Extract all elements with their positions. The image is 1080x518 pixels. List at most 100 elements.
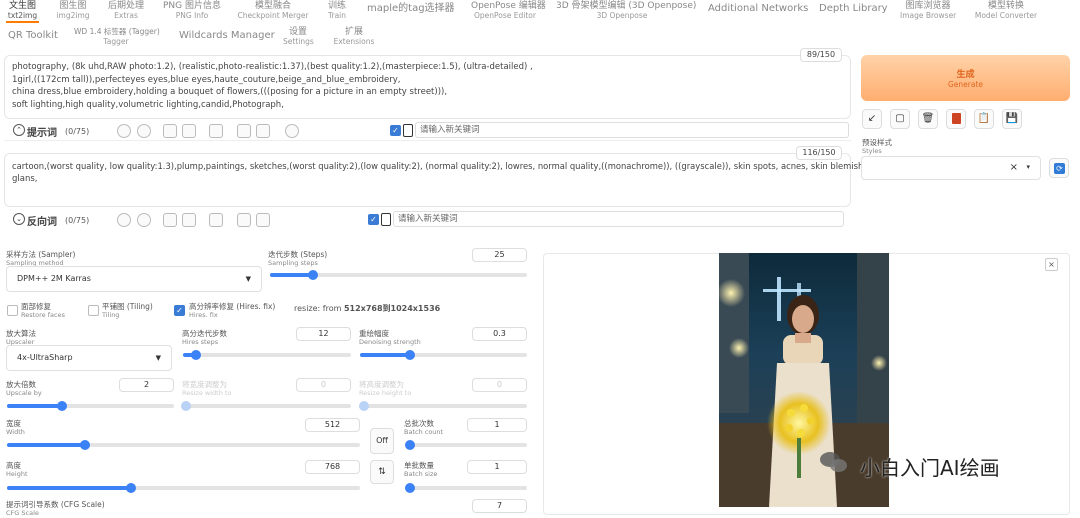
slider-handle[interactable] [405, 440, 415, 450]
keyword-toggle-icon[interactable] [381, 213, 391, 226]
negative-token-counter: 116/150 [796, 146, 842, 160]
history-icon[interactable] [163, 213, 177, 227]
tab-qr-toolkit[interactable]: QR Toolkit [8, 31, 58, 41]
refresh-styles-button[interactable]: ⟳ [1049, 158, 1069, 178]
bookmark-icon[interactable] [182, 213, 196, 227]
slider-handle[interactable] [181, 401, 191, 411]
keyword-enable-checkbox[interactable]: ✓ [390, 125, 401, 136]
tab-3d-openpose[interactable]: 3D 骨架模型编辑 (3D Openpose) 3D Openpose [556, 1, 696, 21]
negative-keyword-input[interactable]: 请输入新关键词 [393, 211, 844, 227]
width-input[interactable]: 512 [305, 418, 360, 432]
keyword-toggle-icon[interactable] [403, 124, 413, 137]
save-style-icon[interactable]: 💾 [1002, 109, 1022, 129]
clear-styles-icon[interactable]: × [1010, 162, 1018, 173]
resize-width-input[interactable]: 0 [296, 378, 351, 392]
tab-settings[interactable]: 设置 Settings [283, 27, 314, 47]
hires-fix-checkbox[interactable]: ✓ [174, 305, 185, 316]
tab-depth-library[interactable]: Depth Library [819, 4, 888, 14]
trash-icon[interactable] [256, 124, 270, 138]
globe-icon[interactable] [117, 124, 131, 138]
tab-wildcards-manager[interactable]: Wildcards Manager [179, 31, 275, 41]
upscale-by-slider[interactable] [7, 401, 174, 411]
image-grid-icon[interactable] [209, 124, 223, 138]
sampler-dropdown[interactable]: DPM++ 2M Karras ▼ [6, 266, 262, 292]
slider-handle[interactable] [405, 483, 415, 493]
batch-size-label: 单批数量 Batch size [404, 461, 438, 478]
settings-gear-icon[interactable] [285, 124, 299, 138]
upscale-by-input[interactable]: 2 [119, 378, 174, 392]
paste-icon[interactable]: ▢ [890, 109, 910, 129]
styles-dropdown[interactable]: × ▾ [861, 156, 1041, 180]
tab-additional-networks[interactable]: Additional Networks [708, 4, 808, 14]
hires-steps-input[interactable]: 12 [296, 327, 351, 341]
copy-icon[interactable] [237, 124, 251, 138]
slider-handle[interactable] [307, 270, 318, 280]
denoising-slider[interactable] [360, 350, 527, 360]
tab-openpose-editor[interactable]: OpenPose 编辑器 OpenPose Editor [471, 1, 546, 21]
tab-checkpoint-merger[interactable]: 模型融合 Checkpoint Merger [236, 1, 310, 21]
tab-img2img[interactable]: 图生图 img2img [56, 1, 90, 21]
denoising-input[interactable]: 0.3 [472, 327, 527, 341]
trash-icon[interactable]: 🗑 [918, 109, 938, 129]
tab-model-converter[interactable]: 模型转换 Model Converter [974, 1, 1038, 21]
off-button[interactable]: Off [370, 428, 394, 454]
tab-extensions[interactable]: 扩展 Extensions [333, 27, 375, 47]
slider-handle[interactable] [57, 401, 68, 411]
slider-handle[interactable] [359, 401, 369, 411]
tab-train[interactable]: 训练 Train [325, 1, 349, 21]
negative-prompt-title: 反向词 [27, 217, 57, 228]
batch-count-slider[interactable] [405, 440, 527, 450]
gear-icon[interactable] [137, 124, 151, 138]
resize-height-slider[interactable] [359, 401, 527, 411]
swap-dimensions-icon[interactable]: ⇅ [370, 460, 394, 484]
steps-slider[interactable] [270, 270, 527, 280]
denoising-label: 重绘幅度 Denoising strength [359, 329, 421, 346]
restore-faces-checkbox[interactable] [7, 305, 18, 316]
batch-count-input[interactable]: 1 [467, 418, 527, 432]
cfg-input[interactable]: 7 [472, 499, 527, 513]
batch-size-input[interactable]: 1 [467, 460, 527, 474]
collapse-chevron-icon[interactable]: ⌄ [13, 213, 25, 225]
bookmark-icon[interactable] [182, 124, 196, 138]
extra-networks-card-icon[interactable] [946, 109, 966, 129]
tab-extras[interactable]: 后期处理 Extras [106, 1, 146, 21]
gear-icon[interactable] [137, 213, 151, 227]
history-icon[interactable] [163, 124, 177, 138]
slider-handle[interactable] [405, 350, 416, 360]
clipboard-icon[interactable]: 📋 [974, 109, 994, 129]
copy-icon[interactable] [237, 213, 251, 227]
collapse-chevron-icon[interactable]: ⌃ [13, 124, 25, 136]
resize-height-input[interactable]: 0 [472, 378, 527, 392]
refresh-icon: ⟳ [1054, 163, 1065, 174]
positive-prompt-line: soft lighting,high quality,volumetric li… [12, 99, 284, 110]
height-input[interactable]: 768 [305, 460, 360, 474]
positive-keyword-input[interactable]: 请输入新关键词 [415, 122, 849, 138]
generate-button[interactable]: 生成 Generate [861, 55, 1070, 101]
tab-image-browser[interactable]: 图库浏览器 Image Browser [900, 1, 956, 21]
hires-steps-label: 高分迭代步数 Hires steps [182, 329, 227, 346]
upscaler-dropdown[interactable]: 4x-UltraSharp ▼ [6, 345, 172, 371]
tab-png-info[interactable]: PNG 图片信息 PNG Info [163, 1, 221, 21]
resize-width-slider[interactable] [181, 401, 351, 411]
close-icon[interactable]: × [1045, 258, 1058, 271]
slider-handle[interactable] [125, 483, 136, 493]
hires-steps-slider[interactable] [183, 350, 351, 360]
batch-size-slider[interactable] [405, 483, 527, 493]
read-params-arrow-icon[interactable]: ↙ [862, 109, 882, 129]
steps-label: 迭代步数 (Steps) Sampling steps [268, 250, 328, 267]
tiling-checkbox[interactable] [88, 305, 99, 316]
tab-tagger[interactable]: WD 1.4 标签器 (Tagger) Tagger [74, 27, 160, 47]
steps-input[interactable]: 25 [472, 248, 527, 262]
width-slider[interactable] [7, 440, 360, 450]
image-grid-icon[interactable] [209, 213, 223, 227]
trash-icon[interactable] [256, 213, 270, 227]
slider-handle[interactable] [191, 350, 202, 360]
keyword-enable-checkbox[interactable]: ✓ [368, 214, 379, 225]
tab-txt2img[interactable]: 文生图 txt2img [6, 1, 39, 21]
slider-handle[interactable] [79, 440, 90, 450]
positive-prompt-title: 提示词 [27, 128, 57, 139]
batch-count-label: 总批次数 Batch count [404, 419, 444, 436]
tab-maple-tag-selector[interactable]: maple的tag选择器 [367, 4, 455, 14]
height-slider[interactable] [7, 483, 360, 493]
globe-icon[interactable] [117, 213, 131, 227]
